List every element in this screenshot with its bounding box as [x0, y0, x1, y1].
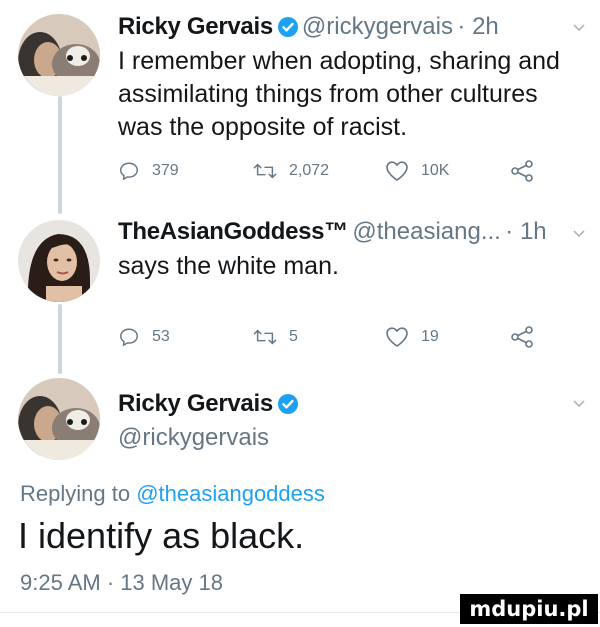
share-button[interactable]: [510, 160, 546, 182]
reply-icon: [120, 328, 138, 346]
chevron-down-icon[interactable]: [572, 396, 586, 414]
author-handle[interactable]: @rickygervais: [118, 424, 269, 452]
like-button[interactable]: 19: [385, 326, 439, 348]
tweet1-header: Ricky Gervais @rickygervais · 2h: [118, 13, 499, 42]
tweet3-author[interactable]: Ricky Gervais: [118, 390, 302, 419]
tweet3-text: I identify as black.: [18, 515, 305, 556]
avatar-ricky-gervais[interactable]: [18, 14, 100, 96]
avatar-ricky-gervais[interactable]: [18, 378, 100, 460]
like-count: 10K: [421, 162, 450, 179]
tweet2-header: TheAsianGoddess™ @theasiang... · 1h: [118, 218, 547, 246]
tweet1-text: I remember when adopting, sharing and as…: [118, 45, 560, 144]
tweet1-text-line-3: was the opposite of racist.: [118, 113, 408, 141]
retweet-button[interactable]: 5: [253, 326, 298, 348]
watermark: mdupiu.pl: [460, 594, 598, 624]
reply-count: 53: [152, 328, 170, 345]
verified-badge-icon: [277, 394, 298, 419]
thread-line-2: [58, 304, 62, 374]
reply-button[interactable]: 53: [118, 326, 170, 348]
author-name[interactable]: Ricky Gervais: [118, 13, 273, 40]
author-handle[interactable]: @theasiang...: [352, 218, 500, 245]
share-icon: [511, 326, 533, 348]
tweet-time[interactable]: · 1h: [505, 218, 546, 245]
tweet2-text: says the white man.: [118, 252, 339, 280]
reply-button[interactable]: 379: [118, 160, 179, 182]
chevron-down-icon[interactable]: [572, 226, 586, 244]
tweet1-text-line-2: assimilating things from other cultures: [118, 80, 538, 108]
heart-icon: [386, 161, 408, 181]
author-name[interactable]: Ricky Gervais: [118, 390, 273, 417]
tweet1-text-line-1: I remember when adopting, sharing and: [118, 47, 560, 75]
reply-icon: [120, 162, 138, 180]
reply-count: 379: [152, 162, 179, 179]
retweet-count: 5: [289, 328, 298, 345]
replying-to-link[interactable]: @theasiangoddess: [136, 481, 325, 506]
verified-badge-icon: [277, 17, 298, 42]
retweet-icon: [253, 163, 277, 179]
like-count: 19: [421, 328, 439, 345]
retweet-button[interactable]: 2,072: [253, 160, 329, 182]
replying-to: Replying to @theasiangoddess: [20, 481, 325, 507]
tweet-time[interactable]: · 2h: [457, 13, 498, 40]
replying-to-label: Replying to: [20, 481, 131, 506]
heart-icon: [386, 327, 408, 347]
thread-line-1: [58, 96, 62, 214]
author-name[interactable]: TheAsianGoddess™: [118, 218, 348, 245]
author-handle[interactable]: @rickygervais: [302, 13, 453, 40]
share-icon: [511, 160, 533, 182]
retweet-count: 2,072: [289, 162, 330, 179]
avatar-theasiangoddess[interactable]: [18, 220, 100, 302]
like-button[interactable]: 10K: [385, 160, 449, 182]
tweet-timestamp[interactable]: 9:25 AM · 13 May 18: [20, 570, 223, 596]
share-button[interactable]: [510, 326, 546, 348]
chevron-down-icon[interactable]: [572, 20, 586, 38]
retweet-icon: [253, 329, 277, 345]
